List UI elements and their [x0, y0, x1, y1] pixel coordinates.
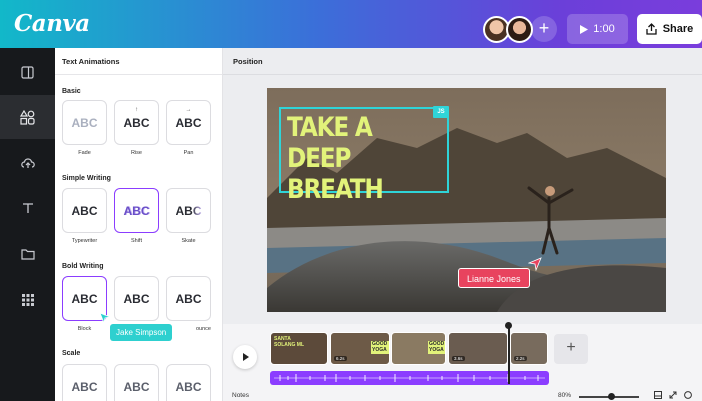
clip-duration: 2.2s — [514, 356, 527, 361]
panel-title: Text Animations — [62, 57, 120, 66]
animation-pan[interactable]: → ABC — [166, 100, 211, 145]
animation-preview: ABC — [123, 203, 150, 218]
avatar[interactable] — [506, 16, 533, 43]
playhead[interactable] — [508, 324, 510, 384]
play-icon — [580, 24, 589, 34]
animation-rise[interactable]: ↑ ABC — [114, 100, 159, 145]
animation-scale-2[interactable]: ABC — [114, 364, 159, 401]
add-collaborator-button[interactable]: + — [531, 16, 557, 42]
clip-text: GOOD YOGA — [371, 341, 389, 354]
section-simple-writing: Simple Writing — [62, 175, 111, 182]
apps-icon[interactable] — [0, 278, 55, 322]
animation-label: Rise — [130, 150, 142, 156]
play-icon — [243, 353, 249, 361]
animation-preview: ABC — [175, 203, 202, 218]
timeline-clip[interactable]: GOOD YOGA — [391, 332, 446, 365]
arrow-right-icon: → — [185, 107, 192, 113]
animation-label: Shift — [130, 238, 142, 244]
text-animations-panel: Text Animations Basic ABC ↑ ABC → ABC Fa… — [55, 48, 223, 401]
animation-preview: ABC — [71, 379, 98, 394]
canva-logo[interactable]: Canva — [14, 10, 90, 37]
share-icon — [646, 23, 657, 35]
play-duration: 1:00 — [593, 23, 615, 35]
side-rail — [0, 48, 55, 401]
position-label[interactable]: Position — [233, 57, 263, 66]
collaborator-tag: Lianne Jones — [458, 268, 530, 288]
divider — [55, 74, 222, 75]
animation-burst[interactable]: ABC — [114, 276, 159, 321]
timeline-clip[interactable]: 2.2s — [510, 332, 548, 365]
animation-preview: ABC — [175, 115, 202, 130]
animation-preview: ABC — [71, 115, 98, 130]
share-label: Share — [662, 23, 694, 35]
animation-preview: ABC — [71, 291, 98, 306]
animation-bounce[interactable]: ABC — [166, 276, 211, 321]
playhead-handle[interactable] — [505, 322, 512, 329]
add-clip-button[interactable]: + — [554, 334, 588, 364]
arrow-up-icon: ↑ — [135, 107, 138, 113]
clip-duration: 6.2s — [334, 356, 347, 361]
collaborator-cursor-icon — [528, 257, 542, 271]
workspace: Position SANTA SOLANG ML 6.2s GOOD YOGA … — [223, 48, 702, 401]
animation-label: ounce — [196, 326, 211, 332]
animation-preview: ABC — [175, 291, 202, 306]
section-scale: Scale — [62, 350, 81, 357]
animation-typewriter[interactable]: ABC — [62, 188, 107, 233]
timeline-clip[interactable]: 6.2s GOOD YOGA — [330, 332, 390, 365]
animation-preview: ABC — [123, 115, 150, 130]
layout-icon[interactable] — [0, 50, 55, 94]
zoom-slider-handle[interactable] — [608, 393, 615, 400]
notes-button[interactable]: Notes — [232, 392, 249, 399]
animation-label: Typewriter — [71, 238, 98, 244]
folder-icon[interactable] — [0, 232, 55, 276]
clip-text: SANTA SOLANG ML — [274, 336, 304, 348]
animation-scale-3[interactable]: ABC — [166, 364, 211, 401]
divider — [223, 74, 702, 75]
upload-icon[interactable] — [0, 140, 55, 184]
clip-duration: 3.6s — [452, 356, 465, 361]
animation-preview: ABC — [71, 203, 98, 218]
help-icon[interactable] — [684, 391, 692, 399]
animation-skate[interactable]: ABC — [166, 188, 211, 233]
animation-label: Pan — [183, 150, 194, 156]
page-view-icon[interactable] — [654, 391, 662, 399]
zoom-level: 80% — [558, 392, 572, 399]
selection-user-tag: JS — [433, 106, 449, 118]
animation-fade[interactable]: ABC — [62, 100, 107, 145]
timeline-clip[interactable]: 3.6s — [448, 332, 508, 365]
animation-preview: ABC — [123, 379, 150, 394]
collaborator-tag: Jake Simpson — [110, 324, 173, 341]
section-basic: Basic — [62, 88, 81, 95]
animation-shift[interactable]: ABC — [114, 188, 159, 233]
timeline-clip[interactable]: SANTA SOLANG ML — [270, 332, 328, 365]
elements-icon[interactable] — [0, 95, 55, 139]
animation-preview: ABC — [123, 291, 150, 306]
animation-preview: ABC — [175, 379, 202, 394]
animation-scale-1[interactable]: ABC — [62, 364, 107, 401]
play-button[interactable]: 1:00 — [567, 14, 628, 44]
status-bar: Notes 80% — [223, 388, 702, 401]
share-button[interactable]: Share — [637, 14, 702, 44]
text-icon[interactable] — [0, 186, 55, 230]
timeline-play-button[interactable] — [233, 345, 257, 369]
clip-text: GOOD YOGA — [428, 341, 445, 354]
canvas-headline[interactable]: TAKE A DEEP BREATH — [287, 112, 429, 205]
animation-label: Fade — [78, 150, 91, 156]
top-bar: Canva + 1:00 Share — [0, 0, 702, 48]
expand-icon[interactable] — [669, 391, 677, 399]
animation-label: Skate — [181, 238, 196, 244]
section-bold-writing: Bold Writing — [62, 263, 104, 270]
collaborator-cursor-icon — [99, 312, 111, 324]
animation-label: Block — [77, 326, 92, 332]
